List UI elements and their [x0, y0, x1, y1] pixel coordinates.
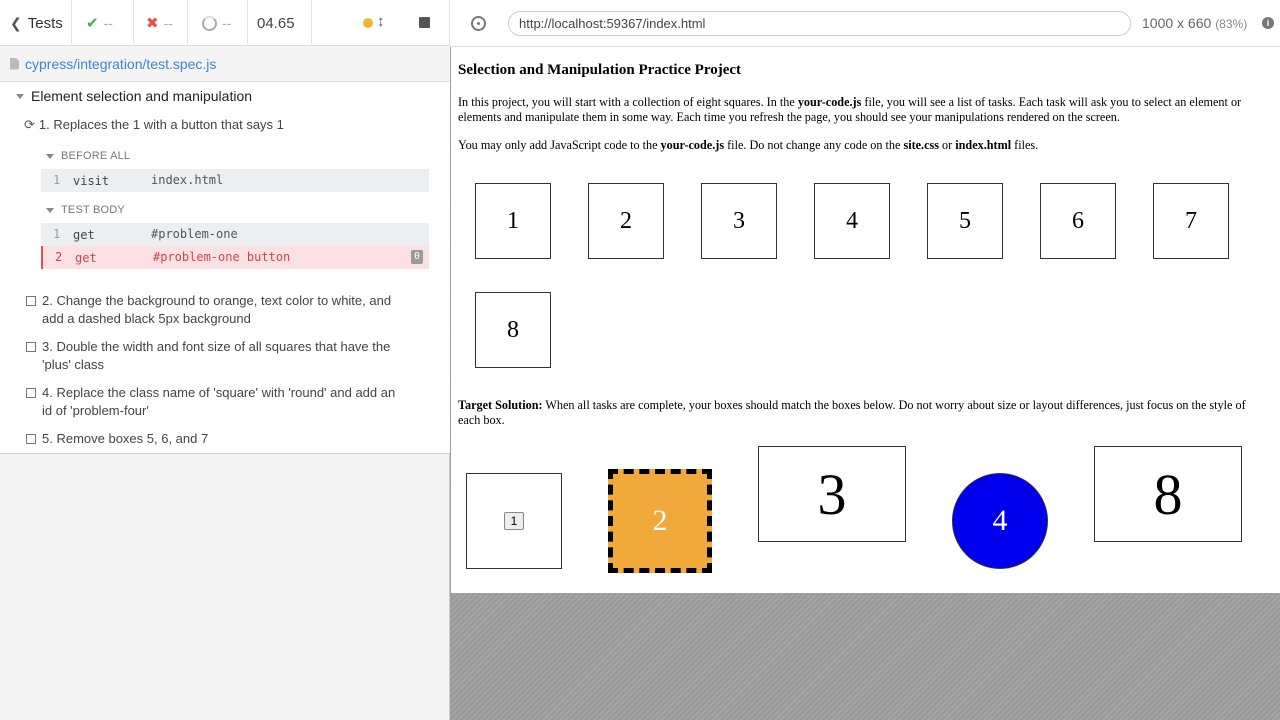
- test-label: 3. Double the width and font size of all…: [42, 339, 391, 372]
- text: or: [939, 138, 956, 152]
- test-label: 4. Replace the class name of 'square' wi…: [42, 385, 396, 418]
- passed-value: --: [103, 15, 113, 31]
- aut-iframe: Selection and Manipulation Practice Proj…: [451, 47, 1280, 593]
- command-name: get: [75, 251, 97, 265]
- target-box-orange: 2: [608, 469, 712, 573]
- app-preview-panel: http://localhost:59367/index.html 1000 x…: [450, 0, 1280, 720]
- bold-text: site.css: [903, 138, 939, 152]
- pending-square-icon: [26, 296, 36, 306]
- auto-scroll-icon[interactable]: ↕: [377, 13, 385, 30]
- bold-text: your-code.js: [660, 138, 725, 152]
- test-item-pending[interactable]: 5. Remove boxes 5, 6, and 7: [26, 430, 404, 448]
- run-controls: ↕: [312, 0, 450, 46]
- text: You may only add JavaScript code to the: [458, 138, 661, 152]
- hook-label: TEST BODY: [61, 204, 125, 216]
- refresh-icon: ⟳: [24, 117, 35, 132]
- spec-file-bar: cypress/integration/test.spec.js: [0, 46, 450, 82]
- selector-playground-icon[interactable]: [471, 16, 486, 31]
- test-item-pending[interactable]: 2. Change the background to orange, text…: [26, 292, 404, 328]
- passed-count: ✔ --: [72, 0, 134, 46]
- text: When all tasks are complete, your boxes …: [458, 398, 1246, 427]
- square-box: 3: [701, 183, 777, 259]
- target-box-round: 4: [952, 473, 1048, 569]
- duration-value: 04.65: [257, 14, 295, 32]
- spec-file-link[interactable]: cypress/integration/test.spec.js: [25, 56, 216, 72]
- test-label: 1. Replaces the 1 with a button that say…: [38, 117, 284, 132]
- suite-label: Element selection and manipulation: [31, 88, 253, 104]
- page-title: Selection and Manipulation Practice Proj…: [458, 62, 742, 78]
- square-box: 8: [475, 292, 551, 368]
- command-message: #problem-one: [151, 227, 238, 241]
- test-item-pending[interactable]: 4. Replace the class name of 'square' wi…: [26, 384, 404, 420]
- aut-header: http://localhost:59367/index.html 1000 x…: [450, 0, 1280, 47]
- command-message: index.html: [151, 173, 224, 187]
- test-label: 5. Remove boxes 5, 6, and 7: [42, 431, 209, 446]
- command-row[interactable]: 1 get #problem-one: [41, 223, 429, 246]
- target-number-button[interactable]: 1: [503, 512, 525, 530]
- pending-square-icon: [26, 434, 36, 444]
- rules-paragraph: You may only add JavaScript code to the …: [458, 138, 1268, 153]
- runner-stats-bar: ❮ Tests ✔ -- ✖ -- -- 04.65 ↕: [0, 0, 450, 46]
- check-icon: ✔: [86, 15, 99, 32]
- command-row-failed[interactable]: 2 get #problem-one button 0: [41, 246, 429, 269]
- viewport-scale: (83%): [1215, 17, 1248, 31]
- element-count-badge: 0: [410, 250, 423, 264]
- bold-text: your-code.js: [797, 95, 862, 109]
- text: file. Do not change any code on the: [724, 138, 904, 152]
- square-box: 4: [814, 183, 890, 259]
- file-icon: [10, 57, 19, 70]
- target-box-wide: 8: [1094, 446, 1242, 542]
- failed-count: ✖ --: [134, 0, 188, 46]
- duration: 04.65: [248, 0, 312, 46]
- viewport-size: 1000 x 660 (83%): [1142, 15, 1247, 31]
- chevron-left-icon: ❮: [10, 14, 22, 31]
- command-row[interactable]: 1 visit index.html: [41, 169, 429, 192]
- test-label: 2. Change the background to orange, text…: [42, 293, 392, 326]
- back-to-tests-button[interactable]: ❮ Tests: [0, 0, 72, 46]
- pending-count: --: [188, 0, 248, 46]
- text: files.: [1011, 138, 1039, 152]
- caret-down-icon: [16, 93, 24, 99]
- pending-circle-icon: [202, 15, 217, 31]
- stop-icon[interactable]: [419, 17, 430, 28]
- test-item-active[interactable]: ⟳ 1. Replaces the 1 with a button that s…: [24, 116, 284, 134]
- command-number: 1: [53, 173, 61, 187]
- hook-before-all[interactable]: BEFORE ALL: [46, 150, 130, 162]
- test-item-pending[interactable]: 3. Double the width and font size of all…: [26, 338, 404, 374]
- caret-down-icon: [46, 207, 54, 213]
- target-box-wide: 3: [758, 446, 906, 542]
- target-box-button: 1: [466, 473, 562, 569]
- command-name: get: [73, 228, 95, 242]
- square-box: 2: [588, 183, 664, 259]
- failed-value: --: [163, 15, 173, 31]
- command-message: #problem-one button: [153, 250, 291, 264]
- square-box: 1: [475, 183, 551, 259]
- url-bar[interactable]: http://localhost:59367/index.html: [508, 11, 1131, 36]
- test-runner-panel: ❮ Tests ✔ -- ✖ -- -- 04.65 ↕ cypress/int…: [0, 0, 450, 720]
- bold-text: index.html: [955, 138, 1012, 152]
- pending-value: --: [222, 15, 232, 31]
- tests-label: Tests: [27, 14, 63, 32]
- pending-square-icon: [26, 388, 36, 398]
- square-box: 6: [1040, 183, 1116, 259]
- square-box: 5: [927, 183, 1003, 259]
- target-solution-paragraph: Target Solution: When all tasks are comp…: [458, 398, 1268, 428]
- bold-text: Target Solution:: [458, 398, 543, 412]
- caret-down-icon: [46, 153, 54, 159]
- command-name: visit: [73, 174, 110, 188]
- suite-title[interactable]: Element selection and manipulation: [16, 88, 252, 104]
- command-number: 1: [53, 227, 61, 241]
- pending-square-icon: [26, 342, 36, 352]
- square-box: 7: [1153, 183, 1229, 259]
- cross-icon: ✖: [146, 15, 159, 32]
- command-number: 2: [55, 250, 63, 264]
- command-log: Element selection and manipulation ⟳ 1. …: [0, 82, 450, 454]
- intro-paragraph: In this project, you will start with a c…: [458, 95, 1268, 125]
- text: In this project, you will start with a c…: [458, 95, 798, 109]
- hook-test-body[interactable]: TEST BODY: [46, 204, 125, 216]
- hook-label: BEFORE ALL: [61, 150, 131, 162]
- viewport-dimensions: 1000 x 660: [1142, 15, 1212, 31]
- info-icon[interactable]: i: [1262, 17, 1274, 29]
- running-status-icon: [363, 18, 373, 28]
